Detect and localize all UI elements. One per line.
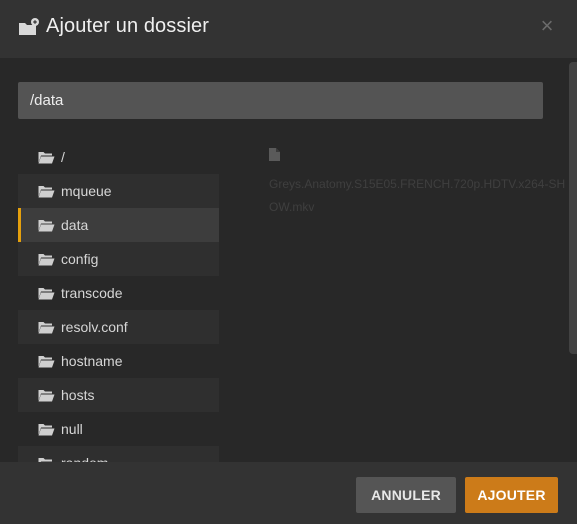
directory-item[interactable]: null	[18, 412, 219, 446]
close-icon[interactable]: ×	[539, 15, 555, 37]
folder-open-icon	[38, 389, 55, 401]
add-button[interactable]: AJOUTER	[465, 477, 558, 513]
directory-item[interactable]: /	[18, 140, 219, 174]
directory-label: mqueue	[61, 183, 112, 199]
directory-item[interactable]: data	[18, 208, 219, 242]
folder-open-icon	[38, 219, 55, 231]
scrollbar[interactable]	[569, 62, 577, 354]
file-name: Greys.Anatomy.S15E05.FRENCH.720p.HDTV.x2…	[269, 177, 566, 214]
directory-item[interactable]: hostname	[18, 344, 219, 378]
directory-item[interactable]: random	[18, 446, 219, 462]
file-icon	[269, 148, 280, 161]
directory-item[interactable]: mqueue	[18, 174, 219, 208]
directory-list: / mqueue data config transcode resolv.conf hos…	[18, 140, 219, 462]
directory-label: /	[61, 149, 65, 165]
folder-open-icon	[38, 423, 55, 435]
folder-open-icon	[38, 321, 55, 333]
directory-label: config	[61, 251, 99, 267]
folder-open-icon	[38, 185, 55, 197]
directory-item[interactable]: config	[18, 242, 219, 276]
directory-item[interactable]: resolv.conf	[18, 310, 219, 344]
add-folder-dialog: Ajouter un dossier × / mqueue data config tr…	[0, 0, 577, 524]
dialog-title: Ajouter un dossier	[46, 15, 210, 37]
directory-label: data	[61, 217, 89, 233]
dialog-body: / mqueue data config transcode resolv.conf hos…	[0, 58, 577, 462]
file-list: Greys.Anatomy.S15E05.FRENCH.720p.HDTV.x2…	[269, 148, 569, 219]
cancel-button[interactable]: ANNULER	[356, 477, 456, 513]
directory-item[interactable]: transcode	[18, 276, 219, 310]
directory-label: transcode	[61, 285, 123, 301]
folder-open-icon	[38, 355, 55, 367]
directory-item[interactable]: hosts	[18, 378, 219, 412]
folder-open-icon	[38, 253, 55, 265]
directory-label: resolv.conf	[61, 319, 128, 335]
file-item[interactable]: Greys.Anatomy.S15E05.FRENCH.720p.HDTV.x2…	[269, 148, 569, 219]
path-input[interactable]	[18, 82, 543, 119]
directory-label: hosts	[61, 387, 95, 403]
folder-open-icon	[38, 287, 55, 299]
folder-add-icon	[19, 18, 39, 35]
dialog-footer: ANNULER AJOUTER	[0, 462, 577, 524]
directory-label: hostname	[61, 353, 123, 369]
dialog-header: Ajouter un dossier ×	[0, 0, 577, 58]
directory-label: random	[61, 455, 108, 462]
directory-label: null	[61, 421, 83, 437]
folder-open-icon	[38, 151, 55, 163]
